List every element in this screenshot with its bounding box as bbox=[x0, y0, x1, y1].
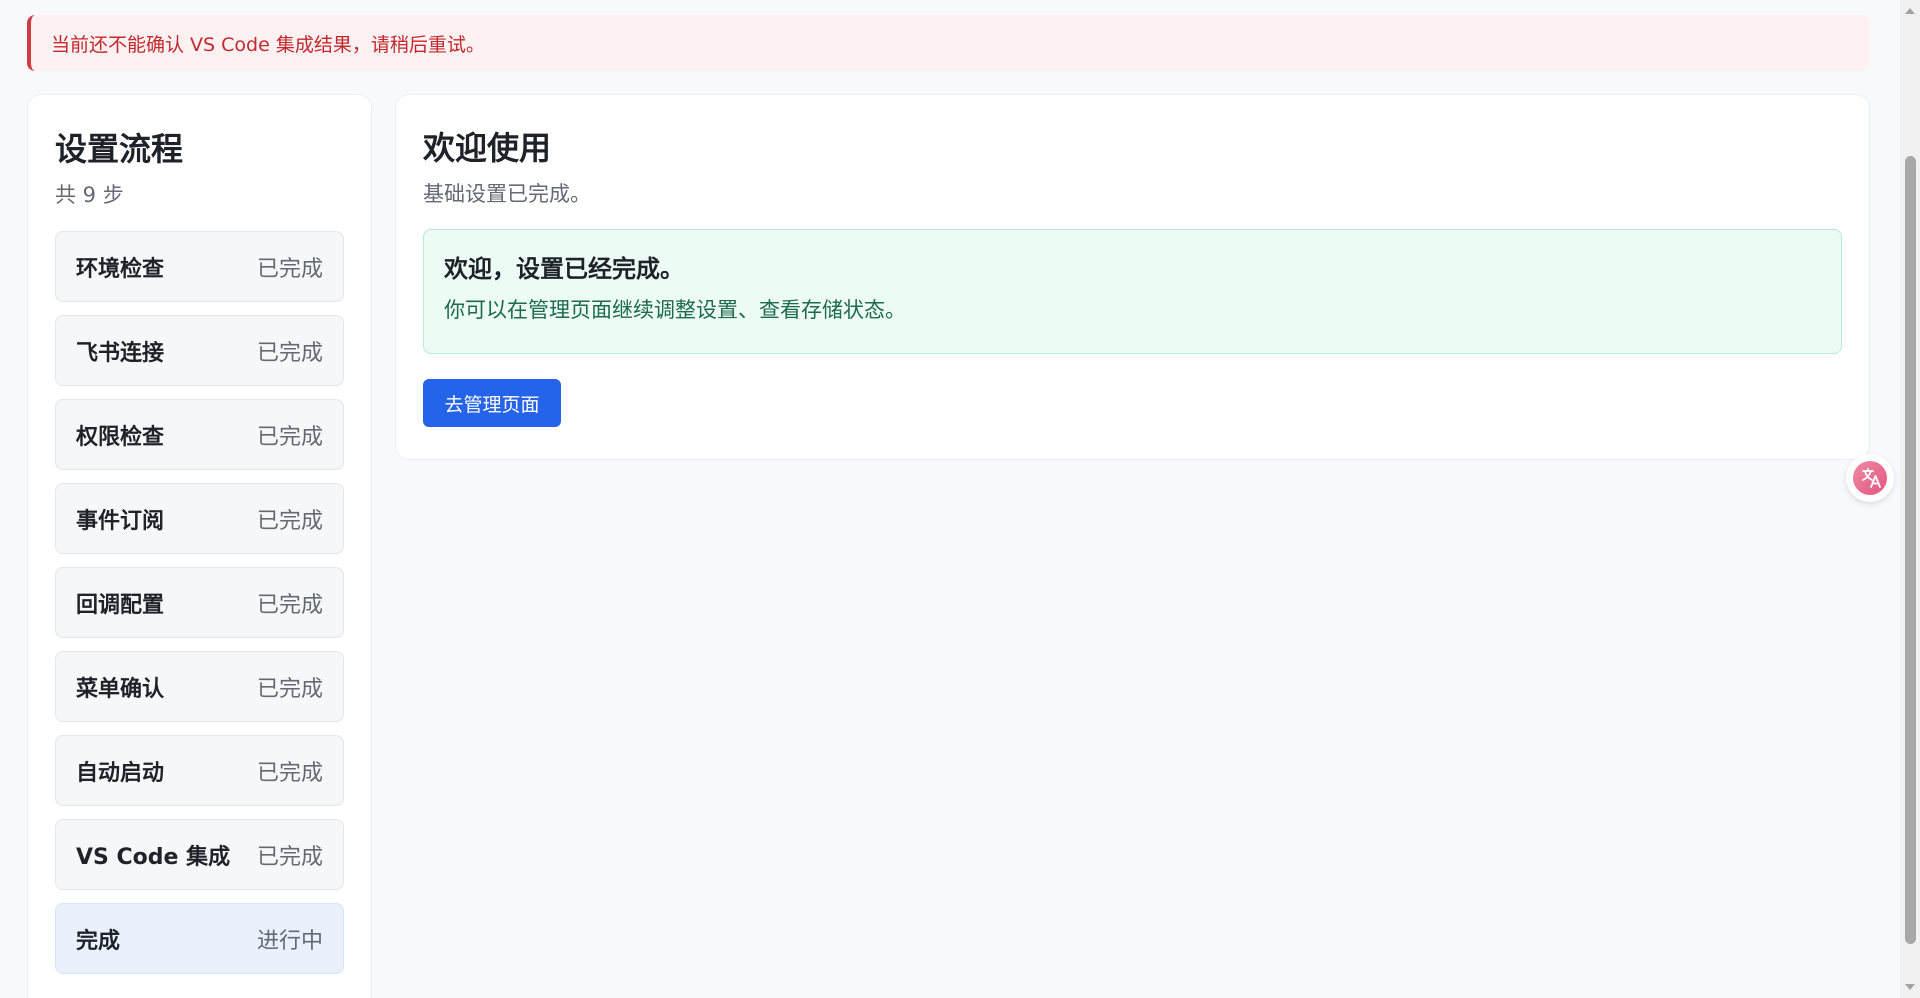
step-status: 已完成 bbox=[256, 592, 323, 618]
success-title: 欢迎，设置已经完成。 bbox=[444, 255, 684, 283]
error-alert: 当前还不能确认 VS Code 集成结果，请稍后重试。 bbox=[27, 15, 1870, 71]
step-name: 回调配置 bbox=[76, 592, 165, 618]
page: 当前还不能确认 VS Code 集成结果，请稍后重试。 设置流程 共 9 步 环… bbox=[0, 0, 1920, 998]
scroll-up-arrow-icon[interactable] bbox=[1900, 2, 1920, 20]
step-status: 已完成 bbox=[256, 508, 323, 534]
step-status: 已完成 bbox=[256, 340, 323, 366]
go-admin-button[interactable]: 去管理页面 bbox=[423, 379, 561, 427]
step-status: 已完成 bbox=[256, 424, 323, 450]
setup-sidebar: 设置流程 共 9 步 环境检查 已完成 飞书连接 已完成 权限检查 已完成 事件… bbox=[27, 94, 372, 998]
step-name: 权限检查 bbox=[76, 424, 165, 450]
step-status: 已完成 bbox=[256, 676, 323, 702]
step-name: 飞书连接 bbox=[76, 340, 165, 366]
error-alert-message: 当前还不能确认 VS Code 集成结果，请稍后重试。 bbox=[51, 33, 485, 56]
translate-float-button[interactable] bbox=[1846, 454, 1894, 502]
step-name: 事件订阅 bbox=[76, 508, 165, 534]
step-item-env-check[interactable]: 环境检查 已完成 bbox=[55, 231, 344, 302]
step-item-permission-check[interactable]: 权限检查 已完成 bbox=[55, 399, 344, 470]
step-status: 已完成 bbox=[256, 760, 323, 786]
step-item-menu-confirm[interactable]: 菜单确认 已完成 bbox=[55, 651, 344, 722]
success-description: 你可以在管理页面继续调整设置、查看存储状态。 bbox=[444, 298, 906, 322]
step-count: 共 9 步 bbox=[55, 183, 124, 207]
sidebar-title: 设置流程 bbox=[55, 130, 184, 168]
welcome-panel: 欢迎使用 基础设置已完成。 欢迎，设置已经完成。 你可以在管理页面继续调整设置、… bbox=[395, 94, 1870, 460]
step-item-feishu-connect[interactable]: 飞书连接 已完成 bbox=[55, 315, 344, 386]
scroll-down-arrow-icon[interactable] bbox=[1900, 978, 1920, 996]
page-title: 欢迎使用 bbox=[423, 129, 552, 167]
step-name: 环境检查 bbox=[76, 256, 165, 282]
step-name: 完成 bbox=[76, 928, 121, 954]
step-name: 菜单确认 bbox=[76, 676, 165, 702]
step-list: 环境检查 已完成 飞书连接 已完成 权限检查 已完成 事件订阅 已完成 回调配置… bbox=[55, 231, 344, 974]
step-item-complete[interactable]: 完成 进行中 bbox=[55, 903, 344, 974]
scrollbar-thumb[interactable] bbox=[1905, 156, 1916, 944]
step-name: VS Code 集成 bbox=[76, 844, 231, 870]
step-status: 已完成 bbox=[256, 256, 323, 282]
step-item-auto-start[interactable]: 自动启动 已完成 bbox=[55, 735, 344, 806]
page-subtitle: 基础设置已完成。 bbox=[423, 182, 591, 206]
translate-icon bbox=[1853, 461, 1887, 495]
success-message-box: 欢迎，设置已经完成。 你可以在管理页面继续调整设置、查看存储状态。 bbox=[423, 229, 1842, 354]
step-item-event-subscription[interactable]: 事件订阅 已完成 bbox=[55, 483, 344, 554]
step-name: 自动启动 bbox=[76, 760, 165, 786]
step-item-vscode-integration[interactable]: VS Code 集成 已完成 bbox=[55, 819, 344, 890]
step-status: 已完成 bbox=[256, 844, 323, 870]
vertical-scrollbar[interactable] bbox=[1900, 0, 1920, 998]
step-item-callback-config[interactable]: 回调配置 已完成 bbox=[55, 567, 344, 638]
step-status: 进行中 bbox=[256, 928, 323, 954]
